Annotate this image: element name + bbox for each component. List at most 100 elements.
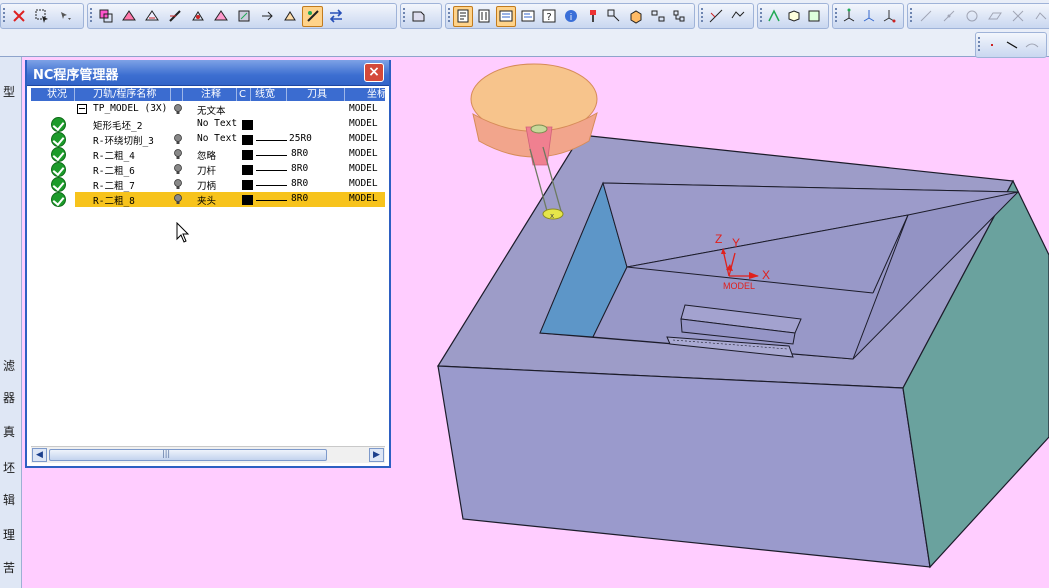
col-name[interactable]: 刀轨/程序名称 <box>75 88 171 101</box>
group-op-10-icon[interactable] <box>302 5 323 27</box>
group-op-4-icon[interactable] <box>164 6 185 27</box>
row-csys: MODEL <box>349 133 378 144</box>
resource-tab-8[interactable]: 苦 <box>3 559 15 576</box>
scroll-left-icon[interactable]: ◀ <box>32 448 47 462</box>
table-row[interactable]: R-二粗_6 刀杆 8R0 MODEL <box>31 162 385 177</box>
svg-text:x: x <box>550 212 554 220</box>
tool-icon[interactable] <box>583 6 603 27</box>
row-name: R-二粗_4 <box>93 151 135 162</box>
flip-icon[interactable] <box>765 6 783 27</box>
table-row[interactable]: R-环绕切削_3 No Text 25R0 MODEL <box>31 132 385 147</box>
col-comment[interactable]: 注释 <box>183 88 237 101</box>
group-op-5-icon[interactable] <box>187 6 208 27</box>
group-op-8-icon[interactable] <box>256 6 277 27</box>
csys-1-icon[interactable] <box>840 6 858 27</box>
curve-icon[interactable] <box>1023 35 1041 56</box>
col-linewidth[interactable]: 线宽 <box>251 88 287 101</box>
table-row[interactable]: TP_MODEL (3X) 无文本 MODEL <box>31 102 385 117</box>
table-row-selected[interactable]: R-二粗_8 夹头 8R0 MODEL <box>31 192 385 207</box>
resource-tab-7[interactable]: 理 <box>3 526 15 543</box>
generate-icon[interactable] <box>325 6 346 27</box>
status-check-icon <box>51 147 66 162</box>
arc-icon[interactable] <box>938 6 959 27</box>
col-color[interactable]: C <box>237 88 251 101</box>
group-op-1-icon[interactable] <box>95 6 116 27</box>
scroll-thumb[interactable] <box>49 449 327 461</box>
table-row[interactable]: 矩形毛坯_2 No Text MODEL <box>31 117 385 132</box>
toolbar-row-1: ? i <box>0 2 1049 30</box>
resource-bar: 型 滤 器 真 坯 辑 理 苦 <box>0 57 22 588</box>
geometry-view-icon[interactable] <box>496 5 516 27</box>
tool-view-icon[interactable] <box>475 6 495 27</box>
nc-titlebar[interactable]: NC程序管理器 × <box>27 60 389 86</box>
method-view-icon[interactable] <box>518 6 538 27</box>
resource-tab-4[interactable]: 真 <box>3 423 15 440</box>
row-name: R-二粗_7 <box>93 181 135 192</box>
row-csys: MODEL <box>349 103 378 114</box>
col-csys[interactable]: 坐标 <box>345 88 385 101</box>
lightbulb-icon <box>174 104 182 114</box>
csys-2-icon[interactable] <box>860 6 878 27</box>
program-view-icon[interactable] <box>453 5 473 27</box>
col-tool[interactable]: 刀具 <box>287 88 345 101</box>
list-icon[interactable] <box>648 6 668 27</box>
col-visibility[interactable] <box>171 88 183 101</box>
plane-icon[interactable] <box>984 6 1005 27</box>
nc-program-manager: NC程序管理器 × 状况 刀轨/程序名称 注释 C 线宽 刀具 坐标 TP_MO… <box>25 60 391 468</box>
lightbulb-icon <box>174 164 182 174</box>
scroll-right-icon[interactable]: ▶ <box>369 448 384 462</box>
row-comment: 刀杆 <box>197 166 217 177</box>
resource-tab-6[interactable]: 辑 <box>3 491 15 508</box>
slash-icon[interactable] <box>1003 35 1021 56</box>
trim-icon[interactable] <box>1030 6 1049 27</box>
table-row[interactable]: R-二粗_7 刀柄 8R0 MODEL <box>31 177 385 192</box>
close-icon[interactable]: × <box>364 63 384 82</box>
collapse-icon[interactable] <box>77 104 87 114</box>
replay-icon[interactable] <box>728 6 748 27</box>
horizontal-scrollbar[interactable]: ◀ ||| ▶ <box>31 446 385 463</box>
help-icon[interactable]: ? <box>540 6 560 27</box>
box-icon[interactable] <box>785 6 803 27</box>
row-tool: 8R0 <box>291 148 309 159</box>
resource-tab-1[interactable]: 型 <box>3 83 15 100</box>
resource-tab-2[interactable]: 滤 <box>3 357 15 374</box>
part-front-face[interactable] <box>437 365 931 568</box>
line-icon[interactable] <box>915 6 936 27</box>
group-op-9-icon[interactable] <box>279 6 300 27</box>
csys-name-label: MODEL <box>723 281 755 291</box>
postprocess-icon[interactable] <box>408 6 429 27</box>
intersect-icon[interactable] <box>1007 6 1028 27</box>
color-swatch <box>242 120 253 130</box>
transform-icon[interactable] <box>604 6 624 27</box>
info-icon[interactable]: i <box>561 6 581 27</box>
csys-3-icon[interactable] <box>880 6 898 27</box>
row-tool: 8R0 <box>291 163 309 174</box>
group-op-7-icon[interactable] <box>233 6 254 27</box>
close-x-icon[interactable] <box>8 6 29 27</box>
toolbar-group-navigator: ? i <box>445 3 695 29</box>
object-icon[interactable] <box>626 6 646 27</box>
group-op-3-icon[interactable] <box>141 6 162 27</box>
select-icon[interactable] <box>31 6 52 27</box>
col-status[interactable]: 状况 <box>31 88 75 101</box>
color-swatch <box>242 180 253 190</box>
filter-icon[interactable] <box>54 6 75 27</box>
status-check-icon <box>51 177 66 192</box>
table-row[interactable]: R-二粗_4 忽略 8R0 MODEL <box>31 147 385 162</box>
point-icon[interactable] <box>983 35 1001 56</box>
row-name: R-二粗_8 <box>93 196 135 207</box>
circle-icon[interactable] <box>961 6 982 27</box>
group-op-6-icon[interactable] <box>210 6 231 27</box>
lightbulb-icon <box>174 149 182 159</box>
row-comment: 刀柄 <box>197 181 217 192</box>
row-name: 矩形毛坯_2 <box>93 121 143 132</box>
row-csys: MODEL <box>349 193 378 204</box>
output-icon[interactable] <box>669 6 689 27</box>
color-swatch <box>242 150 253 160</box>
verify-icon[interactable] <box>706 6 726 27</box>
resource-tab-5[interactable]: 坯 <box>3 459 15 476</box>
tag-icon[interactable] <box>805 6 823 27</box>
resource-tab-3[interactable]: 器 <box>3 389 15 406</box>
group-op-2-icon[interactable] <box>118 6 139 27</box>
linewidth-sample <box>256 170 287 171</box>
